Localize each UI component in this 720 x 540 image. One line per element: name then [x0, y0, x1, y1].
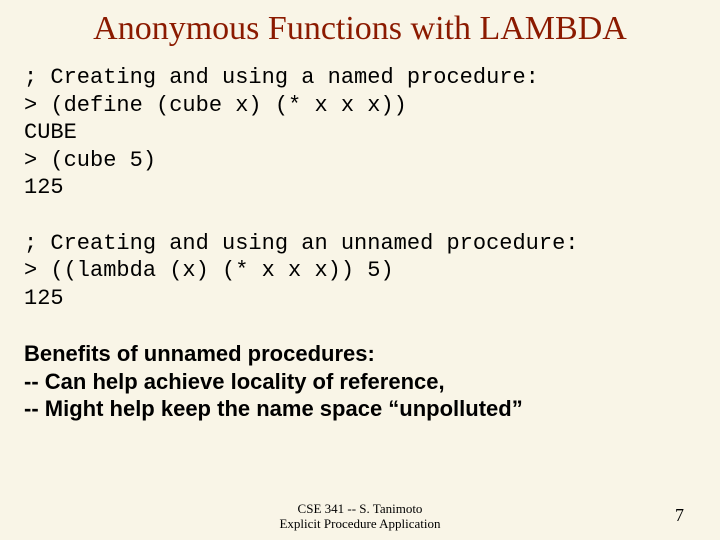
code-block-named: ; Creating and using a named procedure: … [24, 64, 696, 202]
benefits-line-2: -- Might help keep the name space “unpol… [24, 395, 696, 423]
benefits-section: Benefits of unnamed procedures: -- Can h… [24, 340, 696, 423]
slide-title: Anonymous Functions with LAMBDA [24, 10, 696, 48]
footer: CSE 341 -- S. Tanimoto Explicit Procedur… [0, 501, 720, 532]
page-number: 7 [675, 505, 684, 526]
footer-line-1: CSE 341 -- S. Tanimoto [0, 501, 720, 517]
code-block-unnamed: ; Creating and using an unnamed procedur… [24, 230, 696, 313]
benefits-line-1: -- Can help achieve locality of referenc… [24, 368, 696, 396]
benefits-heading: Benefits of unnamed procedures: [24, 340, 696, 368]
footer-line-2: Explicit Procedure Application [0, 516, 720, 532]
slide: Anonymous Functions with LAMBDA ; Creati… [0, 0, 720, 540]
